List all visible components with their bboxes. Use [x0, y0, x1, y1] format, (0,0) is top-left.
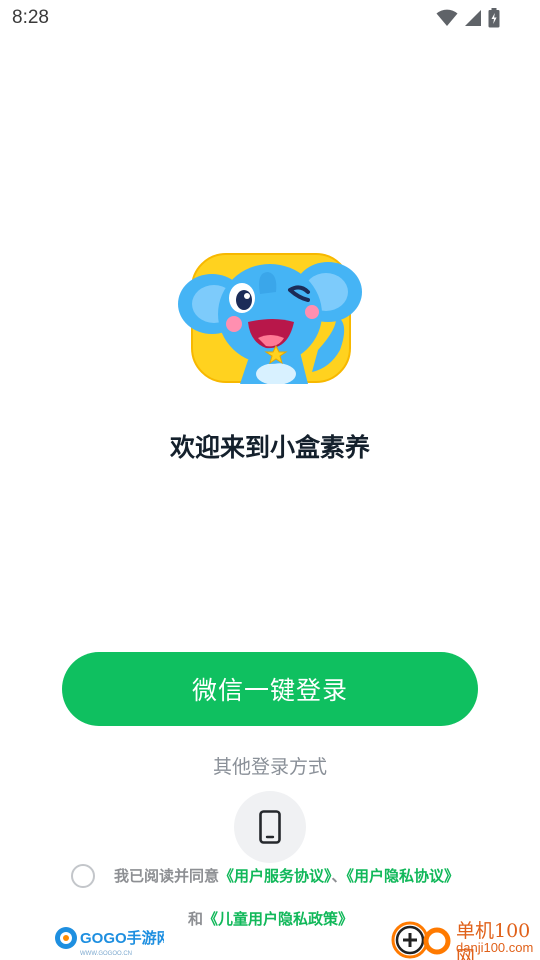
user-service-agreement-link[interactable]: 《用户服务协议》	[219, 867, 332, 885]
agreement-text-line2: 和《儿童用户隐私政策》	[188, 908, 353, 929]
user-privacy-agreement-link[interactable]: 《用户隐私协议》	[347, 867, 460, 885]
child-privacy-policy-link[interactable]: 《儿童用户隐私政策》	[203, 910, 353, 928]
danji100-logo-icon	[391, 921, 451, 959]
smartphone-icon	[259, 810, 281, 844]
agreement-text: 我已阅读并同意《用户服务协议》、《用户隐私协议》	[114, 865, 459, 886]
signal-icon	[465, 10, 481, 26]
welcome-title: 欢迎来到小盒素养	[169, 433, 370, 462]
status-bar: 8:28	[0, 0, 540, 36]
wechat-login-button[interactable]: 微信一键登录	[62, 652, 478, 726]
agreement-prefix: 我已阅读并同意	[114, 867, 220, 885]
danji100-url: danji100.com	[456, 940, 534, 955]
battery-icon	[488, 8, 500, 28]
gogo-watermark-logo: GOGO手游网 WWW.GOGOO.CN	[55, 927, 164, 957]
mascot-logo	[178, 253, 362, 384]
agreement-and: 和	[188, 910, 204, 928]
phone-login-button[interactable]	[234, 791, 306, 863]
status-time: 8:28	[12, 7, 49, 28]
other-login-methods-label: 其他登录方式	[212, 756, 327, 778]
wifi-icon	[436, 9, 458, 26]
gogo-logo-url: WWW.GOGOO.CN	[80, 951, 132, 957]
agreement-checkbox[interactable]	[71, 864, 95, 888]
status-icons	[436, 8, 500, 28]
danji100-watermark: 单机100网 danji100.com	[390, 916, 540, 960]
agreement-separator: 、	[331, 867, 347, 885]
gogo-logo-text: GOGO手游网	[80, 929, 164, 947]
